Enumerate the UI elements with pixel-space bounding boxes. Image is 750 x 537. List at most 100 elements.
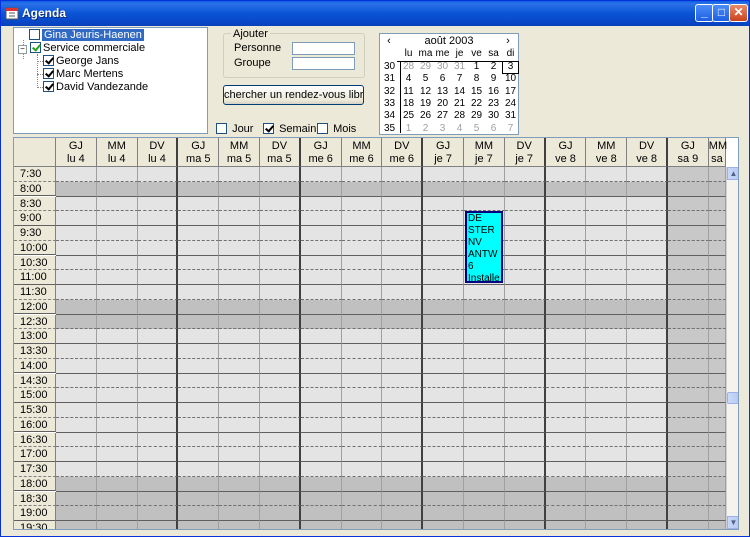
- time-slot[interactable]: [708, 491, 726, 507]
- time-slot[interactable]: [96, 373, 138, 389]
- time-slot[interactable]: [260, 476, 301, 492]
- view-checkbox[interactable]: [216, 123, 227, 134]
- time-slot[interactable]: [627, 388, 668, 403]
- calendar-day[interactable]: 25: [400, 110, 417, 123]
- calendar-day[interactable]: 7: [502, 123, 519, 136]
- time-slot[interactable]: [464, 476, 505, 492]
- time-slot[interactable]: [586, 240, 628, 256]
- time-slot[interactable]: [668, 521, 709, 529]
- time-slot[interactable]: [627, 211, 668, 226]
- time-slot[interactable]: [178, 476, 220, 492]
- calendar-day[interactable]: 10: [502, 73, 519, 86]
- column-header[interactable]: MMsa 9: [708, 138, 727, 178]
- time-slot[interactable]: [341, 403, 383, 418]
- time-slot[interactable]: [178, 329, 220, 344]
- calendar-day[interactable]: 31: [451, 61, 468, 74]
- time-slot[interactable]: [668, 270, 709, 285]
- time-slot[interactable]: [504, 211, 546, 226]
- column-header[interactable]: DV ma 5: [260, 138, 301, 167]
- calendar-day[interactable]: 23: [485, 98, 502, 111]
- time-slot[interactable]: [178, 491, 220, 507]
- time-slot[interactable]: [219, 196, 260, 212]
- time-slot[interactable]: [382, 358, 424, 374]
- time-slot[interactable]: [260, 388, 301, 403]
- calendar-day[interactable]: 8: [468, 73, 485, 86]
- time-slot[interactable]: [219, 388, 260, 403]
- time-slot[interactable]: [464, 447, 505, 462]
- time-slot[interactable]: [504, 462, 546, 477]
- column-header[interactable]: GJ ve 8: [545, 138, 587, 167]
- calendar-day[interactable]: 5: [468, 123, 485, 136]
- time-slot[interactable]: [219, 417, 260, 433]
- view-option-week[interactable]: Semain: [263, 123, 316, 136]
- time-slot[interactable]: [504, 358, 546, 374]
- time-slot[interactable]: [178, 270, 220, 285]
- calendar-day[interactable]: 15: [468, 86, 485, 99]
- tree-checkbox[interactable]: [29, 29, 40, 40]
- time-slot[interactable]: [382, 403, 424, 418]
- time-slot[interactable]: [178, 255, 220, 271]
- time-slot[interactable]: [545, 270, 587, 285]
- time-slot[interactable]: [708, 181, 726, 197]
- time-slot[interactable]: [341, 181, 383, 197]
- time-slot[interactable]: [464, 329, 505, 344]
- time-slot[interactable]: [668, 506, 709, 521]
- time-slot[interactable]: [504, 285, 546, 300]
- tree-item-george[interactable]: George Jans: [43, 55, 119, 68]
- time-slot[interactable]: [56, 403, 97, 418]
- person-input[interactable]: [292, 42, 355, 55]
- time-slot[interactable]: [708, 417, 726, 433]
- time-slot[interactable]: [708, 432, 726, 448]
- time-slot[interactable]: [341, 270, 383, 285]
- time-slot[interactable]: [96, 226, 138, 241]
- time-slot[interactable]: [96, 476, 138, 492]
- time-slot[interactable]: [260, 285, 301, 300]
- time-slot[interactable]: [341, 358, 383, 374]
- calendar-day[interactable]: 5: [417, 73, 434, 86]
- time-slot[interactable]: [708, 211, 726, 226]
- time-slot[interactable]: [668, 476, 709, 492]
- time-slot[interactable]: [627, 329, 668, 344]
- time-slot[interactable]: [668, 299, 709, 315]
- time-slot[interactable]: [96, 240, 138, 256]
- time-slot[interactable]: [219, 462, 260, 477]
- time-slot[interactable]: [300, 358, 342, 374]
- column-header[interactable]: GJ sa 9: [668, 138, 709, 167]
- time-slot[interactable]: [545, 196, 587, 212]
- view-option-month[interactable]: Mois: [317, 123, 356, 136]
- time-slot[interactable]: [178, 226, 220, 241]
- time-slot[interactable]: [96, 211, 138, 226]
- time-slot[interactable]: [300, 388, 342, 403]
- time-slot[interactable]: [627, 491, 668, 507]
- time-slot[interactable]: [627, 476, 668, 492]
- time-slot[interactable]: [56, 447, 97, 462]
- tree-item-david[interactable]: David Vandezande: [43, 81, 148, 94]
- time-slot[interactable]: [627, 462, 668, 477]
- time-slot[interactable]: [341, 344, 383, 359]
- time-slot[interactable]: [504, 299, 546, 315]
- time-slot[interactable]: [178, 388, 220, 403]
- calendar-day[interactable]: 18: [400, 98, 417, 111]
- time-slot[interactable]: [260, 167, 301, 182]
- time-slot[interactable]: [423, 476, 464, 492]
- time-slot[interactable]: [382, 255, 424, 271]
- time-slot[interactable]: [219, 270, 260, 285]
- time-slot[interactable]: [341, 373, 383, 389]
- time-slot[interactable]: [96, 255, 138, 271]
- time-slot[interactable]: [504, 167, 546, 182]
- time-slot[interactable]: [586, 270, 628, 285]
- schedule-grid[interactable]: GJ lu 4 MM lu 4 DV lu 4 GJ ma 5 MM ma 5 DV ma 5 GJ me…: [13, 137, 739, 530]
- time-slot[interactable]: [627, 285, 668, 300]
- scroll-thumb[interactable]: [727, 392, 738, 404]
- calendar-day[interactable]: 14: [451, 86, 468, 99]
- column-header[interactable]: GJ ma 5: [178, 138, 220, 167]
- time-slot[interactable]: [137, 181, 179, 197]
- time-slot[interactable]: [586, 373, 628, 389]
- calendar-day[interactable]: 12: [417, 86, 434, 99]
- time-slot[interactable]: [668, 167, 709, 182]
- time-slot[interactable]: [464, 181, 505, 197]
- time-slot[interactable]: [545, 358, 587, 374]
- time-slot[interactable]: [137, 521, 179, 529]
- time-slot[interactable]: [260, 373, 301, 389]
- time-slot[interactable]: [504, 373, 546, 389]
